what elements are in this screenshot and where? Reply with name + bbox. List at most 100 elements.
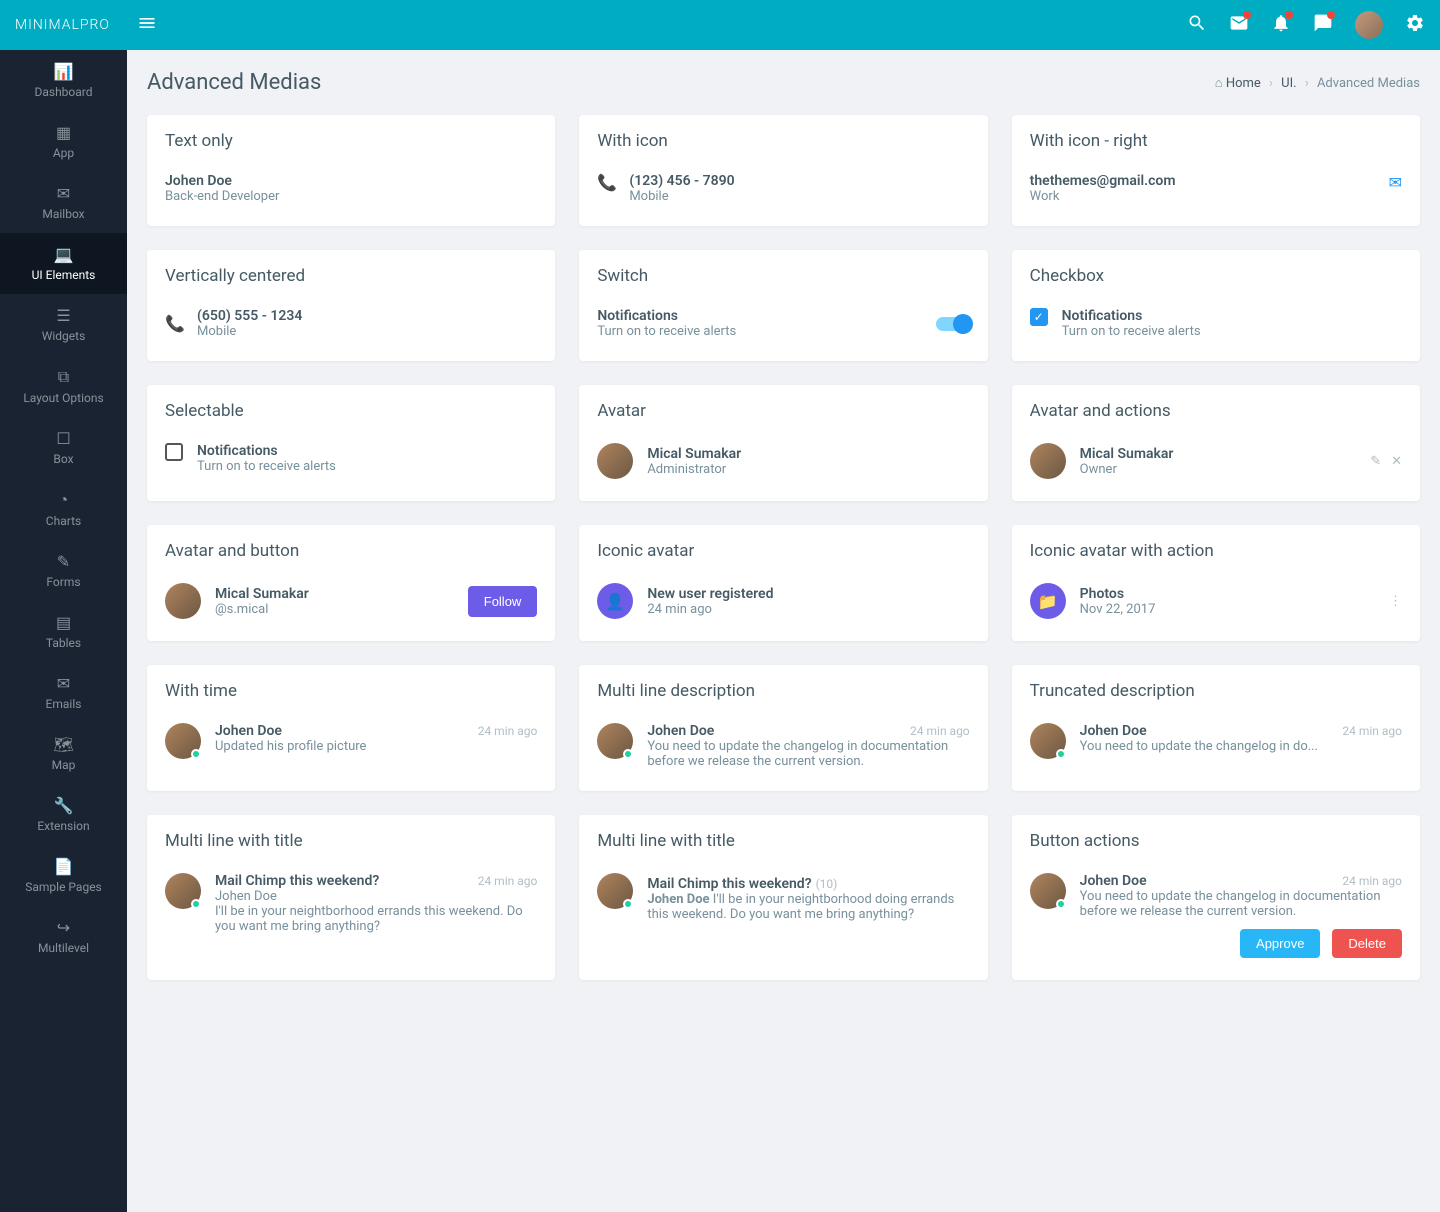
card-title: Vertically centered — [147, 250, 555, 296]
sidebar-item-multilevel[interactable]: ↪Multilevel — [0, 906, 127, 967]
sidebar-item-app[interactable]: ▦App — [0, 111, 127, 172]
sidebar-item-widgets[interactable]: ☰Widgets — [0, 294, 127, 355]
status-dot — [191, 899, 201, 909]
card-button-actions: Button actions Johen Doe 24 min ago You … — [1012, 815, 1420, 980]
email-address: thethemes@gmail.com — [1030, 173, 1375, 189]
mail-subject: Mail Chimp this weekend? — [647, 876, 811, 892]
more-icon[interactable]: ⋮ — [1389, 594, 1402, 609]
card-title: Switch — [579, 250, 987, 296]
menu-toggle-icon[interactable] — [137, 13, 157, 37]
selectable-heading: Notifications — [197, 443, 537, 459]
avatar-name: Mical Sumakar — [647, 446, 969, 462]
edit-icon[interactable]: ✎ — [1370, 454, 1381, 469]
sidebar-item-sample-pages[interactable]: 📄Sample Pages — [0, 845, 127, 906]
user-avatar — [1030, 443, 1066, 479]
card-avatar-actions: Avatar and actions Mical Sumakar Owner ✎… — [1012, 385, 1420, 501]
sidebar-item-dashboard[interactable]: 📊Dashboard — [0, 50, 127, 111]
mail-icon[interactable] — [1229, 13, 1249, 37]
card-iconic-avatar: Iconic avatar 👤 New user registered 24 m… — [579, 525, 987, 641]
chat-icon[interactable] — [1313, 13, 1333, 37]
follow-button[interactable]: Follow — [468, 586, 538, 617]
sidebar-item-layout-options[interactable]: ⧉Layout Options — [0, 355, 127, 417]
iconic-time: 24 min ago — [647, 602, 969, 617]
sidebar-item-box[interactable]: ☐Box — [0, 417, 127, 478]
iconic-heading: New user registered — [647, 586, 969, 602]
notification-dot — [1243, 11, 1251, 19]
sidebar-item-mailbox[interactable]: ✉Mailbox — [0, 172, 127, 233]
home-icon: ⌂ — [1215, 76, 1223, 91]
card-title: Avatar and button — [147, 525, 555, 571]
page-header: Advanced Medias ⌂ Home › UI. › Advanced … — [147, 70, 1420, 95]
card-title: Multi line with title — [147, 815, 555, 861]
share-icon: ↪ — [57, 918, 70, 937]
timestamp: 24 min ago — [478, 874, 538, 888]
time-text: Updated his profile picture — [215, 739, 537, 754]
card-truncated: Truncated description Johen Doe 24 min a… — [1012, 665, 1420, 791]
avatar-name: Mical Sumakar — [1080, 446, 1357, 462]
sidebar-item-charts[interactable]: ◔Charts — [0, 478, 127, 540]
selectable-text: Turn on to receive alerts — [197, 459, 537, 474]
card-title: Button actions — [1012, 815, 1420, 861]
sidebar-item-ui-elements[interactable]: 💻UI Elements — [0, 233, 127, 294]
avatar-name: Mical Sumakar — [215, 586, 454, 602]
card-avatar: Avatar Mical Sumakar Administrator — [579, 385, 987, 501]
breadcrumb: ⌂ Home › UI. › Advanced Medias — [1215, 75, 1420, 91]
card-title: Multi line with title — [579, 815, 987, 861]
notification-dot — [1327, 11, 1335, 19]
status-dot — [1056, 899, 1066, 909]
card-title: Selectable — [147, 385, 555, 431]
breadcrumb-home[interactable]: Home — [1226, 76, 1261, 91]
card-text-only: Text only Johen Doe Back-end Developer — [147, 115, 555, 226]
user-avatar — [597, 873, 633, 909]
close-icon[interactable]: ✕ — [1391, 454, 1402, 469]
mail-body: I'll be in your neightborhood errands th… — [215, 904, 537, 934]
notifications-switch[interactable] — [936, 317, 970, 331]
phone-icon: 📞 — [597, 173, 615, 192]
search-icon[interactable] — [1187, 13, 1207, 37]
sidebar-item-extension[interactable]: 🔧Extension — [0, 784, 127, 845]
sidebar-item-tables[interactable]: ▤Tables — [0, 601, 127, 662]
folder-icon: 📁 — [1030, 583, 1066, 619]
sidebar-item-map[interactable]: 🗺Map — [0, 723, 127, 784]
laptop-icon: 💻 — [54, 245, 74, 264]
card-multi-title-1: Multi line with title Mail Chimp this we… — [147, 815, 555, 980]
mail-count: (10) — [816, 877, 838, 891]
bell-icon[interactable] — [1271, 13, 1291, 37]
card-vertically-centered: Vertically centered 📞 (650) 555 - 1234 M… — [147, 250, 555, 361]
iconic-heading: Photos — [1080, 586, 1375, 602]
copy-icon: ⧉ — [58, 367, 69, 387]
user-avatar — [597, 723, 633, 759]
card-switch: Switch Notifications Turn on to receive … — [579, 250, 987, 361]
notifications-checkbox[interactable]: ✓ — [1030, 308, 1048, 326]
card-multi-line: Multi line description Johen Doe 24 min … — [579, 665, 987, 791]
user-avatar[interactable] — [1355, 11, 1383, 39]
person-role: Back-end Developer — [165, 189, 537, 204]
breadcrumb-current: Advanced Medias — [1317, 76, 1420, 91]
notification-dot — [1285, 11, 1293, 19]
approve-button[interactable]: Approve — [1240, 929, 1320, 958]
sidebar-item-forms[interactable]: ✎Forms — [0, 540, 127, 601]
checkbox-text: Turn on to receive alerts — [1062, 324, 1402, 339]
sidebar-item-emails[interactable]: ✉Emails — [0, 662, 127, 723]
timestamp: 24 min ago — [910, 724, 970, 738]
card-title: Avatar and actions — [1012, 385, 1420, 431]
mail-icon[interactable]: ✉ — [1389, 173, 1402, 192]
trunc-name: Johen Doe — [1080, 723, 1147, 739]
timestamp: 24 min ago — [1342, 874, 1402, 888]
gear-icon[interactable] — [1405, 13, 1425, 37]
card-title: Iconic avatar with action — [1012, 525, 1420, 571]
card-selectable: Selectable Notifications Turn on to rece… — [147, 385, 555, 501]
user-avatar — [597, 443, 633, 479]
breadcrumb-section[interactable]: UI. — [1281, 76, 1296, 91]
sidebar: 📊Dashboard ▦App ✉Mailbox 💻UI Elements ☰W… — [0, 50, 127, 1212]
email-label: Work — [1030, 189, 1375, 204]
user-avatar — [165, 583, 201, 619]
delete-button[interactable]: Delete — [1332, 929, 1402, 958]
user-avatar — [1030, 873, 1066, 909]
brand-logo[interactable]: MINIMALPRO — [15, 17, 125, 33]
avatar-handle: @s.mical — [215, 602, 454, 617]
card-iconic-avatar-action: Iconic avatar with action 📁 Photos Nov 2… — [1012, 525, 1420, 641]
selectable-checkbox[interactable] — [165, 443, 183, 461]
mail-from: Johen Doe — [215, 889, 537, 904]
timestamp: 24 min ago — [478, 724, 538, 738]
